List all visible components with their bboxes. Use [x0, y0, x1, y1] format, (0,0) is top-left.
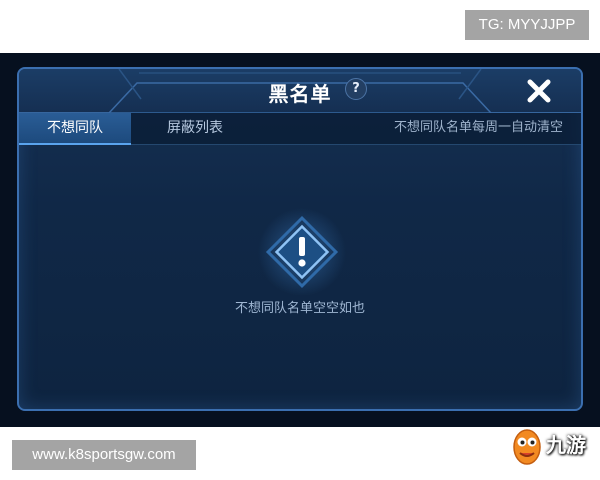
weekly-reset-note: 不想同队名单每周一自动清空 — [393, 120, 563, 135]
tab-no-same-team[interactable]: 不想同队 — [19, 113, 131, 145]
mascot-icon — [513, 429, 541, 465]
jiuyou-watermark: 九游 — [510, 423, 600, 471]
game-screen: 黑名单 ? 不想同队 屏蔽列表 不想同队名单每周一自动清空 不想同队名单空空如也… — [0, 53, 600, 465]
tg-watermark-label: TG: MYYJJPP — [465, 10, 589, 40]
blacklist-dialog: 黑名单 ? 不想同队 屏蔽列表 不想同队名单每周一自动清空 不想同队名单空空如也 — [17, 67, 583, 411]
tab-block-list[interactable]: 屏蔽列表 — [149, 113, 241, 145]
help-icon[interactable]: ? — [345, 78, 367, 100]
tab-bar: 不想同队 屏蔽列表 不想同队名单每周一自动清空 — [19, 113, 581, 145]
logo-text: 九游 — [546, 433, 586, 457]
close-icon[interactable] — [525, 77, 553, 105]
dialog-header: 黑名单 ? — [19, 69, 581, 113]
dialog-title: 黑名单 — [268, 82, 332, 106]
empty-state-text: 不想同队名单空空如也 — [234, 301, 365, 316]
warning-icon — [258, 208, 346, 296]
site-watermark-label: www.k8sportsgw.com — [12, 440, 196, 470]
